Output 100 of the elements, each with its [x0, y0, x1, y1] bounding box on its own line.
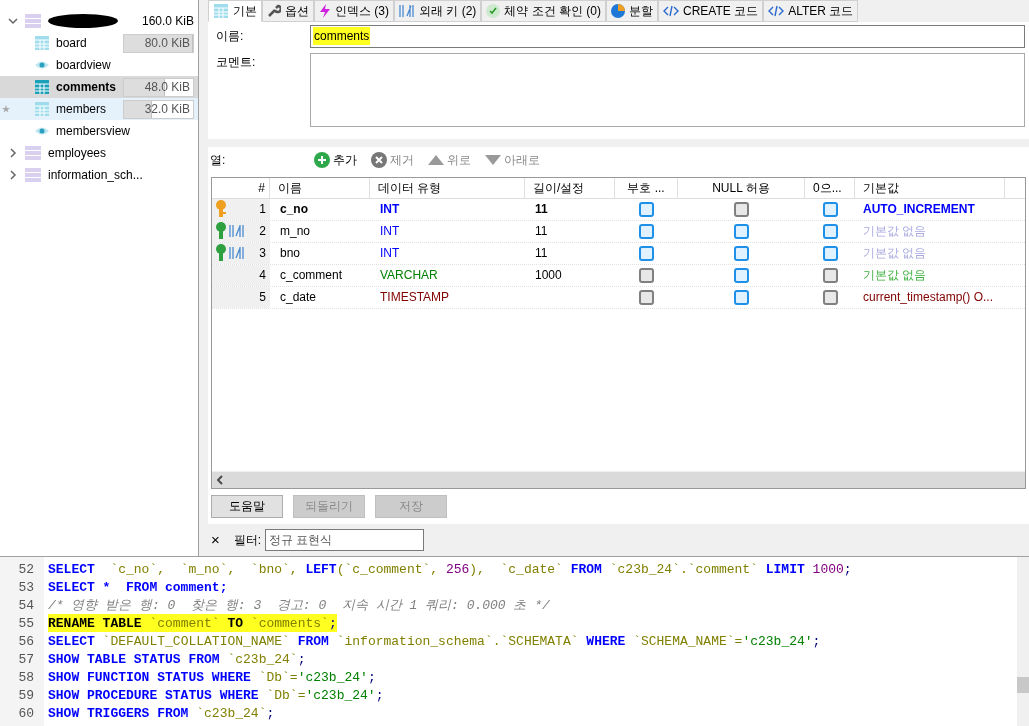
- line-number: 53: [17, 579, 35, 596]
- sql-number: 1000: [811, 561, 844, 578]
- sql-identifier: `comments`: [243, 614, 329, 632]
- size-bar: 80.0 KiB: [123, 33, 194, 53]
- tree-item[interactable]: employees: [0, 142, 198, 164]
- table-cell-text: c_no: [279, 201, 309, 219]
- checkbox[interactable]: [639, 245, 654, 261]
- comment-field[interactable]: [310, 53, 1025, 127]
- lightning-icon: [319, 4, 331, 18]
- column-header[interactable]: 길이/설정: [525, 177, 615, 198]
- column-header[interactable]: 이름: [270, 177, 370, 198]
- name-field[interactable]: comments: [310, 24, 1025, 48]
- chevron-icon[interactable]: [8, 148, 18, 158]
- sql-punctuation: ;: [812, 633, 821, 650]
- sql-keyword: LEFT: [305, 561, 337, 578]
- sql-keyword: FROM: [570, 561, 602, 578]
- tab[interactable]: 외래 키 (2): [394, 0, 482, 22]
- table-cell-text: INT: [379, 223, 401, 241]
- toolbar-button[interactable]: 추가: [312, 150, 359, 169]
- column-header[interactable]: 부호 ...: [615, 177, 678, 198]
- table-cell-text: INT: [379, 245, 401, 263]
- sql-keyword: SELECT * FROM comment;: [48, 579, 228, 596]
- sql-comment: /* 영향 받은 행: 0 찾은 행: 3 경고: 0 지속 시간 1 쿼리: 0.000 초 */: [48, 597, 550, 614]
- sql-identifier: `comment`: [141, 614, 228, 632]
- key-relation-icon: [214, 244, 246, 263]
- tree-item[interactable]: comments 48.0 KiB: [0, 76, 198, 98]
- star-icon: [2, 105, 10, 113]
- tree-item[interactable]: boardview: [0, 54, 198, 76]
- checkbox[interactable]: [639, 223, 654, 239]
- filter-field[interactable]: 정규 표현식: [265, 528, 425, 551]
- tab[interactable]: 기본: [208, 0, 262, 22]
- chevron-icon[interactable]: [8, 16, 18, 26]
- line-number: 57: [17, 651, 35, 668]
- database-icon: [24, 13, 42, 29]
- action-button[interactable]: 도움말: [211, 494, 283, 518]
- column-header[interactable]: #: [212, 177, 270, 198]
- checkbox[interactable]: [734, 289, 749, 305]
- tree-item[interactable]: board 80.0 KiB: [0, 32, 198, 54]
- chevron-icon[interactable]: [8, 170, 18, 180]
- table-name: members: [56, 101, 106, 118]
- table-cell-text: bno: [279, 245, 302, 263]
- vertical-scrollbar[interactable]: [1017, 557, 1029, 726]
- sql-identifier: `Db`=: [257, 669, 298, 686]
- sql-identifier: `SCHEMA_NAME`=: [632, 633, 743, 650]
- line-number: 58: [17, 669, 35, 686]
- close-filter-button[interactable]: ×: [211, 528, 220, 552]
- sql-identifier: `c_no`, `m_no`, `bno`,: [109, 561, 299, 578]
- checkbox[interactable]: [734, 223, 749, 239]
- horizontal-scrollbar[interactable]: [212, 470, 1025, 488]
- sql-identifier: `c23b_24`.`comment`: [608, 561, 759, 578]
- check-icon: [486, 4, 501, 18]
- sql-string: 'c23b_24': [297, 669, 368, 686]
- tree-item[interactable]: membersview: [0, 120, 198, 142]
- checkbox[interactable]: [734, 267, 749, 283]
- table-icon: [213, 3, 229, 19]
- tab[interactable]: 옵션: [262, 0, 314, 22]
- table-cell-text: current_timestamp() O...: [862, 289, 995, 307]
- scroll-left-icon[interactable]: [216, 474, 224, 485]
- sql-string: 'c23b_24': [305, 687, 376, 704]
- row-number: 2: [259, 223, 267, 241]
- sql-punctuation: ;: [266, 705, 275, 722]
- column-header[interactable]: 기본값: [855, 177, 1005, 198]
- up-triangle-icon: [428, 154, 444, 165]
- tree-item[interactable]: members 32.0 KiB: [0, 98, 198, 120]
- sql-keyword: FROM: [297, 633, 329, 650]
- tab[interactable]: ALTER 코드: [763, 0, 859, 22]
- line-number: 55: [17, 615, 35, 632]
- table-name: boardview: [56, 57, 111, 74]
- code-icon: [663, 5, 679, 17]
- column-header[interactable]: 데이터 유형: [370, 177, 525, 198]
- checkbox[interactable]: [734, 245, 749, 261]
- table-icon: [34, 35, 50, 51]
- row-number: 4: [259, 267, 267, 285]
- sql-string: 'c23b_24': [742, 633, 813, 650]
- checkbox[interactable]: [822, 201, 838, 217]
- sql-keyword: SELECT: [48, 633, 95, 650]
- sql-keyword: SHOW TRIGGERS FROM: [48, 705, 189, 722]
- checkbox[interactable]: [639, 201, 654, 217]
- tab[interactable]: CREATE 코드: [658, 0, 764, 22]
- column-header[interactable]: 0으...: [805, 177, 855, 198]
- checkbox[interactable]: [822, 223, 838, 239]
- tab[interactable]: 분할: [606, 0, 658, 22]
- table-cell-text: 기본값 없음: [862, 267, 928, 285]
- tree-item[interactable]: information_sch...: [0, 164, 198, 186]
- size-label: 160.0 KiB: [141, 13, 194, 30]
- tab[interactable]: 체약 조건 확인 (0): [481, 0, 606, 22]
- table-cell-text: VARCHAR: [379, 267, 439, 285]
- pie-chart-icon: [611, 4, 625, 18]
- key-icon: [214, 200, 228, 219]
- tab[interactable]: 인덱스 (3): [314, 0, 394, 22]
- sql-identifier: `Db`=: [265, 687, 306, 704]
- table-name: comments: [56, 79, 117, 96]
- line-number: 60: [17, 705, 35, 722]
- sql-keyword: TO: [227, 614, 244, 632]
- relation-icon: [399, 4, 415, 18]
- column-header[interactable]: NULL 허용: [678, 177, 805, 198]
- columns-label: 열:: [210, 151, 227, 169]
- checkbox[interactable]: [822, 245, 838, 261]
- eye-icon: [34, 60, 50, 70]
- table-icon: [34, 101, 50, 117]
